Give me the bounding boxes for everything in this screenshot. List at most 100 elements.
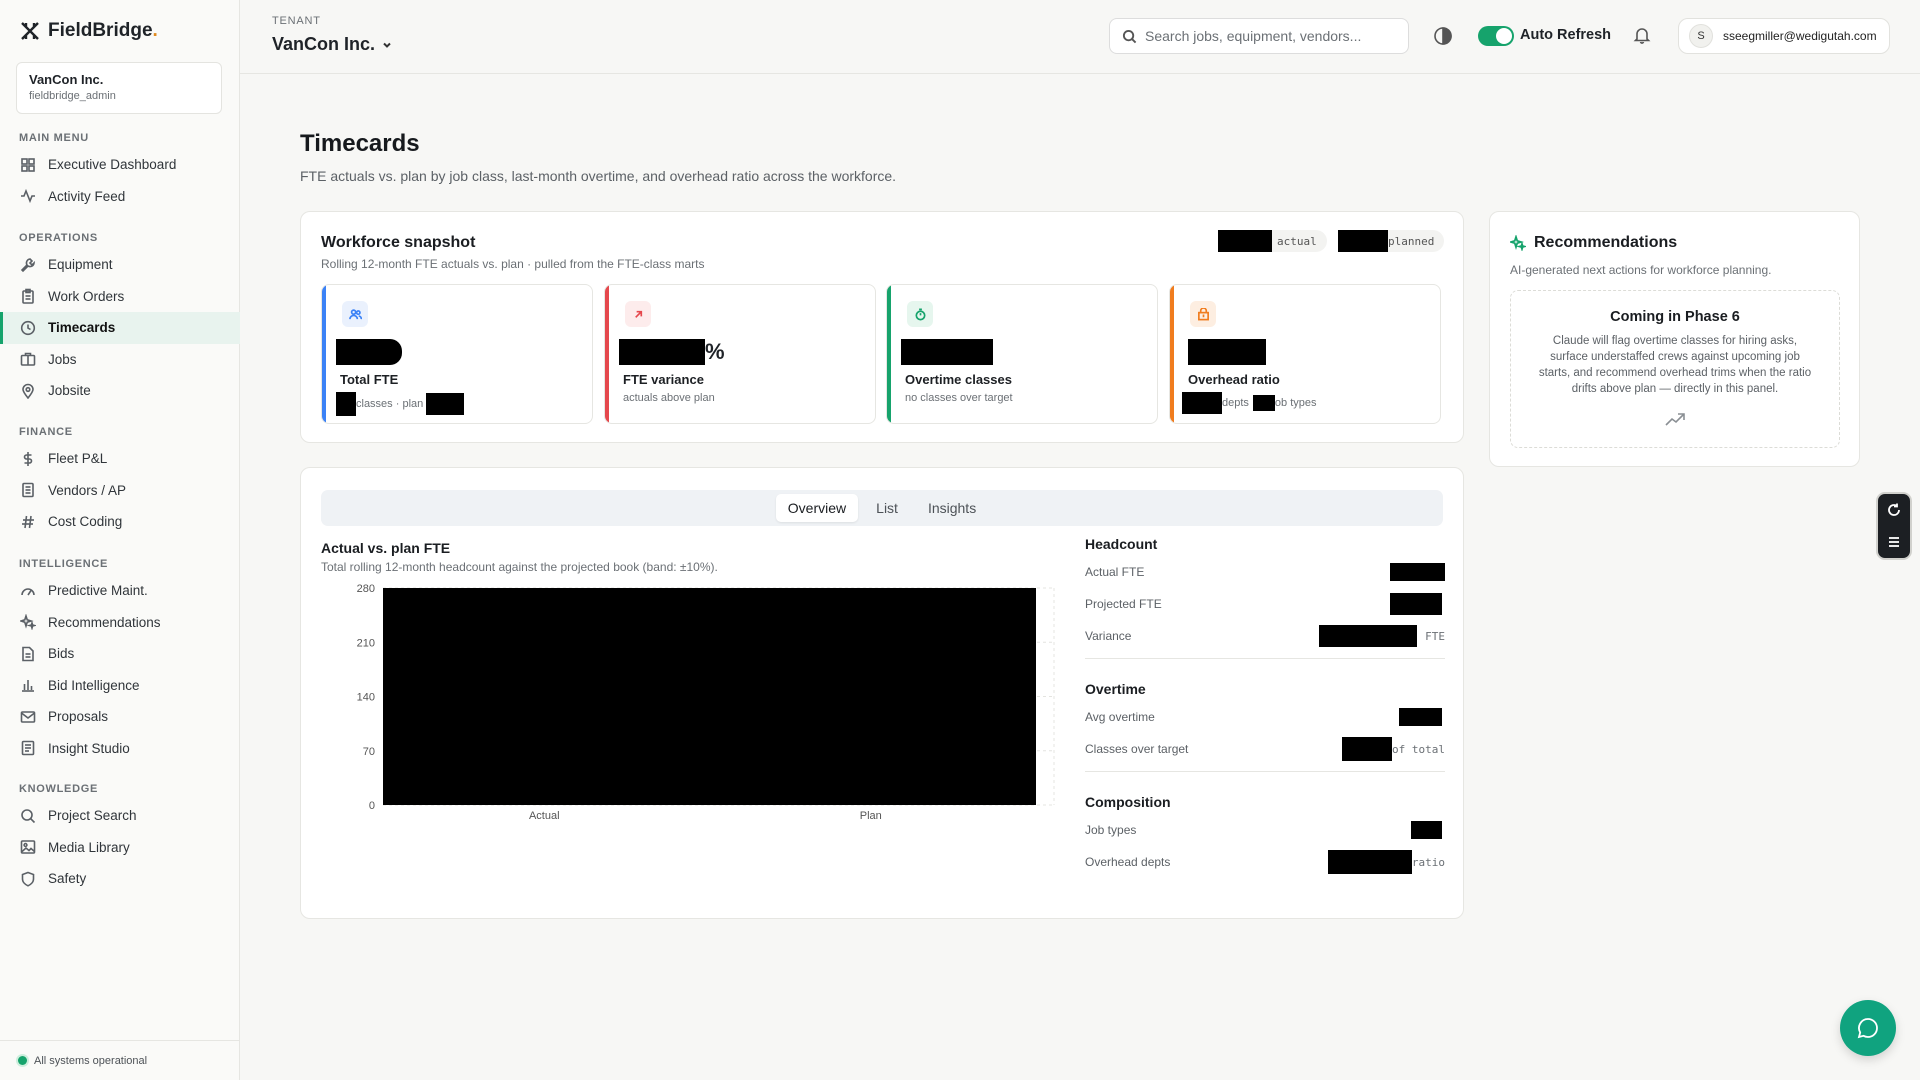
- sidebar: FieldBridge. VanCon Inc. fieldbridge_adm…: [0, 0, 240, 1080]
- chat-button[interactable]: [1840, 1000, 1896, 1056]
- y-tick-label: 280: [357, 583, 375, 595]
- kpi-footnote: actuals above plan: [623, 392, 715, 404]
- nav-heading: MAIN MENU: [19, 132, 89, 144]
- chat-bubble-icon: [1857, 1018, 1878, 1039]
- kpi-card-overtime-classes[interactable]: Overtime classes no classes over target: [886, 284, 1158, 424]
- sidebar-item-label: Work Orders: [48, 288, 125, 304]
- stat-unit: of total: [1392, 742, 1445, 756]
- kpi-card-fte-variance[interactable]: % FTE variance actuals above plan: [604, 284, 876, 424]
- sidebar-item-label: Jobs: [48, 351, 77, 367]
- sidebar-item-label: Fleet P&L: [48, 451, 108, 467]
- kpi-footnote: classes · plan: [336, 392, 465, 416]
- search-icon: [1122, 29, 1137, 43]
- y-tick-label: 210: [357, 637, 375, 649]
- stat-overhead-depts: Overhead depts ratio: [1085, 846, 1445, 878]
- stats-panel: Headcount Actual FTE Projected FTE Varia…: [1085, 532, 1445, 878]
- sidebar-item-predictive-maint[interactable]: Predictive Maint.: [0, 575, 240, 607]
- tab-list[interactable]: List: [864, 494, 910, 522]
- sidebar-item-recommendations[interactable]: Recommendations: [0, 607, 240, 639]
- tenant-label: TENANT: [272, 15, 321, 27]
- tenant-selector[interactable]: VanCon Inc.: [272, 34, 393, 55]
- kpi-footnote-text: classes · plan: [356, 398, 424, 410]
- search-input[interactable]: [1145, 28, 1395, 44]
- sidebar-tenant-card[interactable]: VanCon Inc. fieldbridge_admin: [16, 62, 222, 114]
- y-tick-label: 70: [363, 746, 375, 758]
- sidebar-item-label: Activity Feed: [48, 188, 126, 204]
- stat-label: Actual FTE: [1085, 565, 1145, 579]
- sidebar-item-timecards[interactable]: Timecards: [0, 312, 240, 344]
- stats-group-title: Overtime: [1085, 681, 1146, 697]
- kpi-value: [1188, 339, 1266, 365]
- chart-title: Actual vs. plan FTE: [321, 540, 451, 556]
- fieldbridge-logo-icon: [21, 22, 39, 40]
- nav-section-finance: FINANCE Fleet P&L Vendors / AP Cost Codi…: [0, 421, 240, 538]
- redacted-plot-area: [383, 588, 1036, 805]
- redacted-value: [1218, 230, 1272, 252]
- sidebar-item-fleet-pl[interactable]: Fleet P&L: [0, 443, 240, 475]
- receipt-icon: [22, 482, 34, 498]
- user-menu[interactable]: S sseegmiller@wedigutah.com: [1678, 18, 1890, 54]
- sidebar-item-work-orders[interactable]: Work Orders: [0, 281, 240, 313]
- stat-job-types: Job types: [1085, 814, 1445, 846]
- sidebar-item-media-library[interactable]: Media Library: [0, 832, 240, 864]
- brand-dot: .: [152, 20, 158, 41]
- search-icon: [21, 808, 36, 823]
- sidebar-item-proposals[interactable]: Proposals: [0, 701, 240, 733]
- kpi-card-total-fte[interactable]: Total FTE classes · plan: [321, 284, 593, 424]
- kpi-label: Total FTE: [340, 372, 399, 387]
- sidebar-item-label: Media Library: [48, 839, 130, 855]
- tab-insights[interactable]: Insights: [916, 494, 988, 522]
- file-icon: [22, 646, 34, 662]
- sparkles-icon: [1510, 235, 1526, 251]
- kpi-footnote: depts ob types: [1182, 392, 1317, 414]
- redacted-value: [1252, 395, 1275, 411]
- legend-actual-label: actual: [1277, 234, 1317, 248]
- kpi-footnote: no classes over target: [905, 392, 1013, 404]
- clipboard-icon: [22, 288, 34, 305]
- actual-vs-plan-chart: 0 70 140 210 280 Actual Plan: [357, 583, 1055, 820]
- activity-icon: [21, 189, 35, 204]
- divider: [1085, 658, 1445, 659]
- redacted-value: [426, 393, 465, 415]
- sidebar-item-project-search[interactable]: Project Search: [0, 800, 240, 832]
- stat-classes-over-target: Classes over target of total: [1085, 733, 1445, 765]
- notifications-button[interactable]: [1633, 26, 1651, 47]
- tab-overview[interactable]: Overview: [775, 494, 859, 522]
- sidebar-item-bids[interactable]: Bids: [0, 638, 240, 670]
- sidebar-item-jobs[interactable]: Jobs: [0, 344, 240, 376]
- nav-heading: OPERATIONS: [19, 232, 98, 244]
- floating-tool-stack: [1876, 492, 1912, 560]
- grid-icon: [21, 157, 35, 172]
- theme-toggle-button[interactable]: [1433, 26, 1453, 46]
- kpi-label: FTE variance: [623, 372, 704, 387]
- fte-analysis-card: Overview List Insights Actual vs. plan F…: [300, 467, 1464, 919]
- sidebar-item-label: Bids: [48, 646, 75, 662]
- refresh-icon[interactable]: [1886, 502, 1902, 518]
- sidebar-item-safety[interactable]: Safety: [0, 863, 240, 895]
- sidebar-item-vendors-ap[interactable]: Vendors / AP: [0, 475, 240, 507]
- phase-title: Coming in Phase 6: [1610, 309, 1740, 325]
- snapshot-subtitle: Rolling 12-month FTE actuals vs. plan · …: [321, 257, 705, 271]
- sidebar-item-cost-coding[interactable]: Cost Coding: [0, 506, 240, 538]
- kpi-card-overhead-ratio[interactable]: Overhead ratio depts ob types: [1169, 284, 1441, 424]
- sidebar-item-executive-dashboard[interactable]: Executive Dashboard: [0, 149, 240, 181]
- sidebar-item-label: Predictive Maint.: [48, 583, 148, 599]
- recommendations-subtitle: AI-generated next actions for workforce …: [1510, 263, 1772, 277]
- clock-icon: [20, 320, 36, 335]
- global-search[interactable]: [1109, 18, 1409, 54]
- nav-heading: FINANCE: [19, 426, 73, 438]
- user-email: sseegmiller@wedigutah.com: [1723, 29, 1877, 43]
- brand-logo[interactable]: FieldBridge.: [20, 20, 158, 42]
- sidebar-item-insight-studio[interactable]: Insight Studio: [0, 733, 240, 765]
- sidebar-item-equipment[interactable]: Equipment: [0, 249, 240, 281]
- sidebar-item-activity-feed[interactable]: Activity Feed: [0, 181, 240, 213]
- auto-refresh-toggle[interactable]: [1478, 26, 1514, 46]
- kpi-value: [901, 339, 993, 365]
- timer-icon: [914, 308, 926, 320]
- kpi-label: Overhead ratio: [1188, 372, 1280, 387]
- map-pin-icon: [22, 383, 34, 399]
- list-icon[interactable]: [1886, 534, 1902, 550]
- sidebar-item-bid-intelligence[interactable]: Bid Intelligence: [0, 670, 240, 702]
- stat-label: Overhead depts: [1085, 855, 1171, 869]
- sidebar-item-jobsite[interactable]: Jobsite: [0, 375, 240, 407]
